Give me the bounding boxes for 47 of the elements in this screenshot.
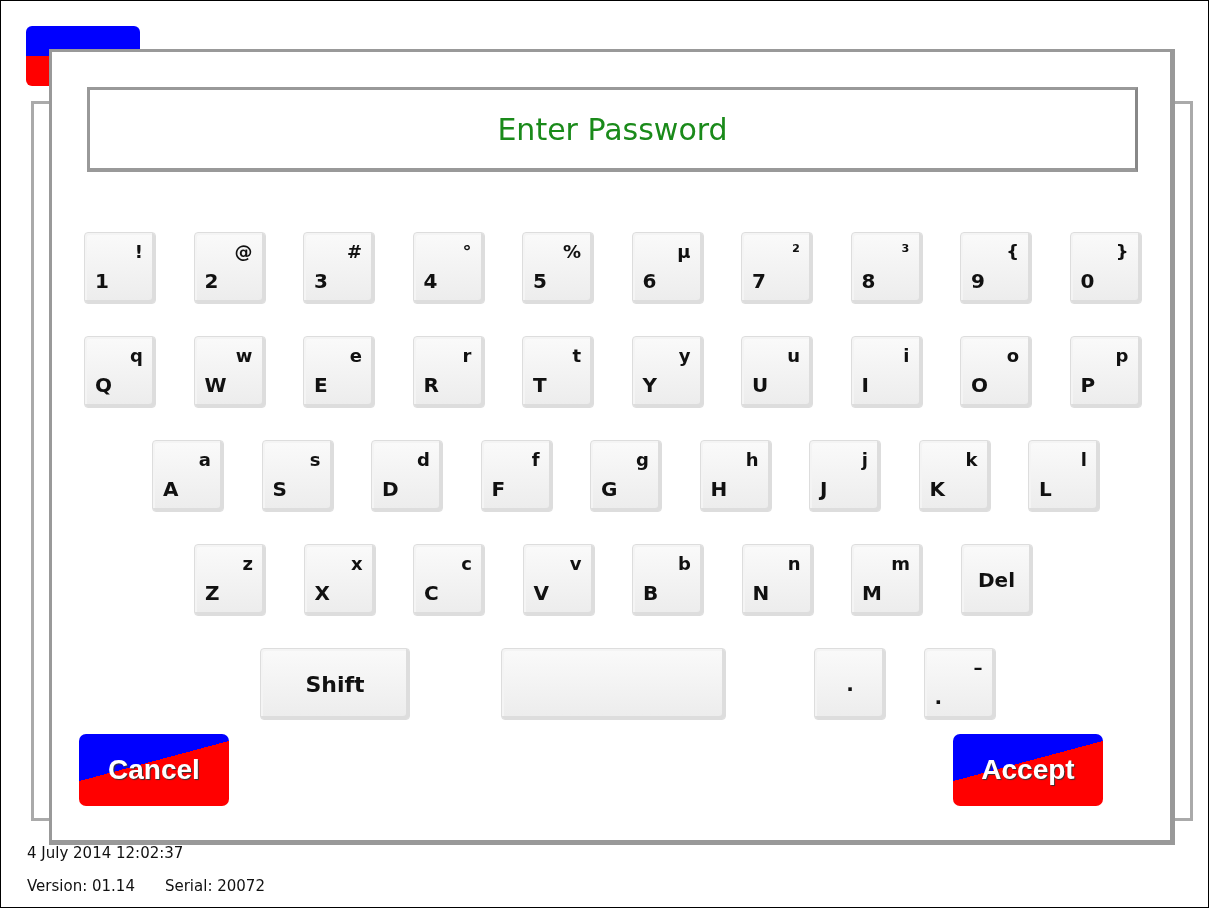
keyboard-key[interactable]: k K: [918, 440, 991, 512]
shift-key[interactable]: Shift: [260, 648, 410, 720]
keyboard-key[interactable]: i I: [850, 336, 923, 408]
keyboard-key[interactable]: p P: [1069, 336, 1142, 408]
serial-text: Serial: 20072: [164, 877, 265, 895]
keyboard-key[interactable]: # 3: [303, 232, 375, 304]
keyboard-key[interactable]: t T: [522, 336, 594, 408]
keyboard-key[interactable]: ° 4: [412, 232, 485, 304]
keyboard-key[interactable]: c C: [413, 544, 485, 616]
accept-button[interactable]: Accept: [953, 734, 1103, 806]
keyboard-key[interactable]: r R: [412, 336, 485, 408]
keyboard-key[interactable]: % 5: [522, 232, 594, 304]
keyboard-key[interactable]: b B: [632, 544, 704, 616]
keyboard-key[interactable]: q Q: [84, 336, 156, 408]
keyboard-key[interactable]: – .: [923, 648, 996, 720]
keyboard-key[interactable]: { 9: [960, 232, 1032, 304]
keyboard-key[interactable]: l L: [1028, 440, 1100, 512]
keyboard-key[interactable]: m M: [851, 544, 923, 616]
keyboard-key[interactable]: @ 2: [193, 232, 266, 304]
keyboard-key[interactable]: w W: [193, 336, 266, 408]
keyboard-key[interactable]: f F: [480, 440, 553, 512]
keyboard-key[interactable]: u U: [741, 336, 813, 408]
keyboard-key[interactable]: ³ 8: [850, 232, 923, 304]
password-field[interactable]: Enter Password: [87, 87, 1138, 172]
keyboard-key[interactable]: z Z: [194, 544, 266, 616]
keyboard-key[interactable]: } 0: [1069, 232, 1142, 304]
keyboard-key[interactable]: g G: [590, 440, 662, 512]
keyboard-key[interactable]: n N: [741, 544, 814, 616]
keyboard-key[interactable]: .: [814, 648, 886, 720]
keyboard-key[interactable]: h H: [699, 440, 772, 512]
keyboard-key[interactable]: y Y: [631, 336, 704, 408]
keyboard-key[interactable]: v V: [522, 544, 595, 616]
space-key[interactable]: [500, 648, 726, 720]
keyboard-key[interactable]: d D: [371, 440, 443, 512]
keyboard-key[interactable]: ! 1: [84, 232, 156, 304]
keyboard-key[interactable]: µ 6: [631, 232, 704, 304]
date-time: 4 July 2014 12:02:37: [27, 843, 185, 863]
keyboard-key[interactable]: a A: [152, 440, 224, 512]
version-text: Version: 01.14: [27, 877, 135, 895]
keyboard-key[interactable]: x X: [303, 544, 376, 616]
delete-key[interactable]: Del: [960, 544, 1033, 616]
keyboard-key[interactable]: ² 7: [741, 232, 813, 304]
keyboard-key[interactable]: j J: [809, 440, 881, 512]
keyboard-key[interactable]: s S: [261, 440, 334, 512]
keyboard-key[interactable]: o O: [960, 336, 1032, 408]
cancel-button[interactable]: Cancel: [79, 734, 229, 806]
keyboard-key[interactable]: e E: [303, 336, 375, 408]
